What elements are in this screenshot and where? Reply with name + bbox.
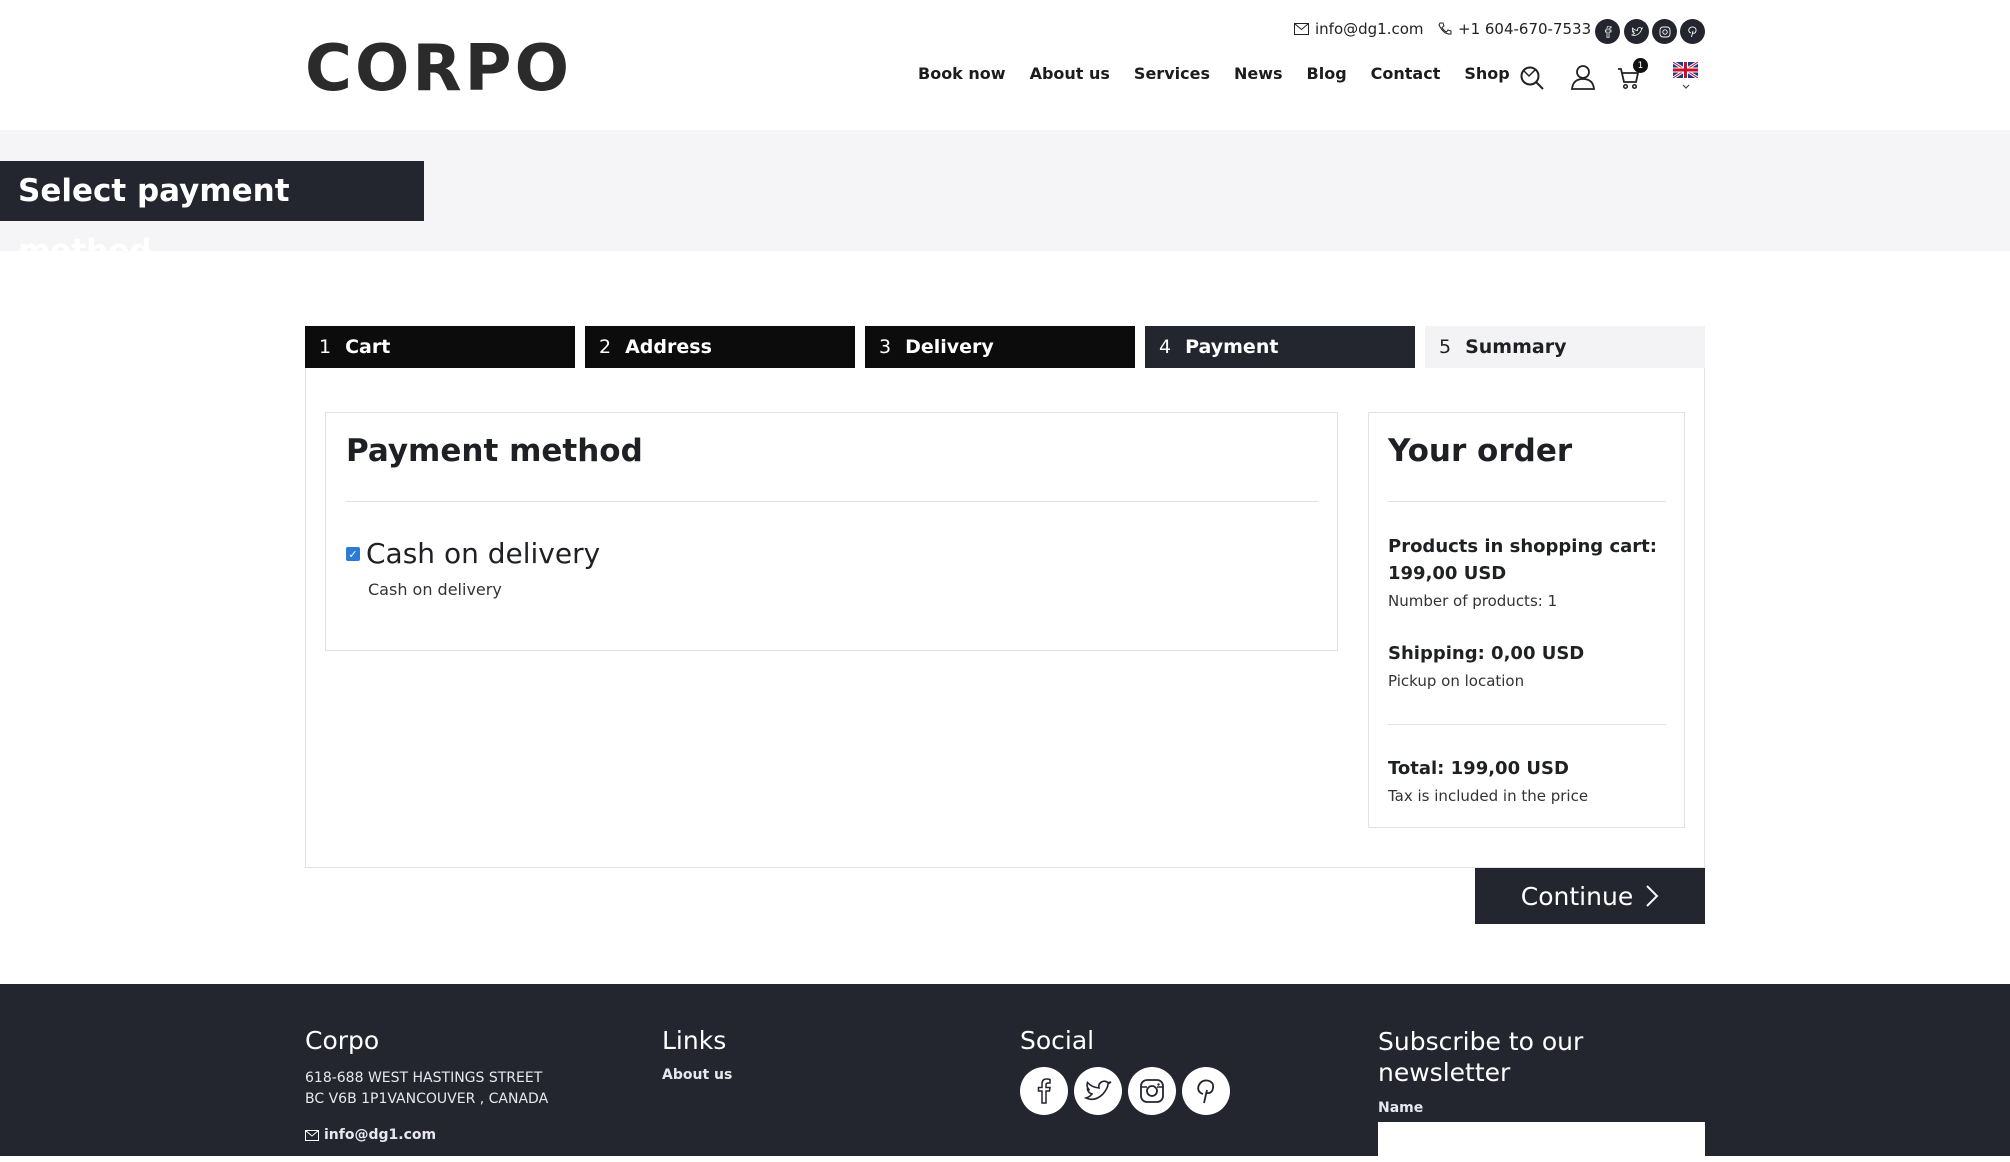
step-label: Address [625, 336, 712, 358]
footer-facebook-link[interactable] [1020, 1067, 1068, 1115]
newsletter-name-label: Name [1378, 1100, 1424, 1116]
footer-email-text: info@dg1.com [324, 1127, 437, 1143]
footer-links-title: Links [662, 1026, 727, 1055]
payment-method-card: Payment method ✓ Cash on delivery Cash o… [325, 412, 1338, 651]
order-total: Total: 199,00 USD [1388, 758, 1569, 779]
divider [1388, 724, 1666, 725]
divider [1388, 501, 1666, 502]
search-icon [1520, 66, 1544, 90]
pinterest-icon [1688, 25, 1697, 37]
header-instagram-link[interactable] [1652, 19, 1677, 44]
step-number: 3 [879, 336, 892, 358]
account-button[interactable] [1568, 62, 1598, 92]
nav-news[interactable]: News [1234, 64, 1283, 83]
instagram-icon [1659, 26, 1670, 37]
tax-note: Tax is included in the price [1388, 787, 1589, 805]
footer-email[interactable]: info@dg1.com [305, 1127, 436, 1143]
order-summary-card: Your order Products in shopping cart: 19… [1368, 412, 1685, 828]
divider [346, 501, 1318, 502]
step-summary: 5 Summary [1425, 326, 1705, 368]
chevron-right-icon [1646, 885, 1659, 907]
footer-address-line1: 618-688 WEST HASTINGS STREET [305, 1070, 543, 1086]
site-logo[interactable]: CORPO [305, 30, 572, 108]
footer-address-line2: BC V6B 1P1VANCOUVER , CANADA [305, 1091, 549, 1107]
footer-newsletter-title-line2: newsletter [1378, 1058, 1511, 1087]
cash-on-delivery-label[interactable]: Cash on delivery [366, 537, 600, 570]
site-footer: Corpo 618-688 WEST HASTINGS STREET BC V6… [0, 984, 2010, 1156]
header-phone[interactable]: +1 604-670-7533 [1438, 20, 1591, 38]
pinterest-icon [1197, 1079, 1215, 1104]
step-number: 1 [319, 336, 332, 358]
shipping-cost: Shipping: 0,00 USD [1388, 643, 1585, 664]
language-selector[interactable] [1672, 60, 1699, 90]
cart-button[interactable]: 1 [1614, 58, 1648, 94]
page-title: Select payment method [0, 161, 424, 269]
step-number: 2 [599, 336, 612, 358]
mail-icon [305, 1129, 319, 1141]
step-label: Payment [1185, 336, 1279, 358]
nav-about-us[interactable]: About us [1030, 64, 1110, 83]
cash-on-delivery-checkbox[interactable]: ✓ [346, 547, 360, 561]
search-button[interactable] [1517, 63, 1547, 93]
chevron-down-icon [1682, 84, 1689, 89]
facebook-icon [1604, 25, 1611, 38]
footer-company-title: Corpo [305, 1026, 380, 1055]
payment-method-title: Payment method [346, 433, 643, 469]
mail-icon [1294, 23, 1309, 35]
footer-pinterest-link[interactable] [1182, 1067, 1230, 1115]
footer-link-about-us[interactable]: About us [662, 1067, 732, 1083]
header-twitter-link[interactable] [1624, 19, 1649, 44]
step-cart[interactable]: 1 Cart [305, 326, 575, 368]
products-count: Number of products: 1 [1388, 592, 1558, 610]
nav-blog[interactable]: Blog [1307, 64, 1347, 83]
cart-count-badge: 1 [1633, 58, 1648, 73]
user-icon [1571, 65, 1595, 90]
newsletter-name-input[interactable] [1378, 1122, 1705, 1162]
step-address[interactable]: 2 Address [585, 326, 855, 368]
footer-instagram-link[interactable] [1128, 1067, 1176, 1115]
products-total: Products in shopping cart: 199,00 USD [1388, 536, 1657, 584]
order-summary-title: Your order [1388, 433, 1573, 469]
nav-services[interactable]: Services [1134, 64, 1210, 83]
header-phone-text: +1 604-670-7533 [1458, 20, 1592, 38]
shipping-method: Pickup on location [1388, 672, 1525, 690]
nav-book-now[interactable]: Book now [918, 64, 1006, 83]
facebook-icon [1037, 1078, 1051, 1104]
cash-on-delivery-description: Cash on delivery [368, 580, 502, 599]
step-delivery[interactable]: 3 Delivery [865, 326, 1135, 368]
twitter-icon [1630, 26, 1643, 36]
nav-contact[interactable]: Contact [1371, 64, 1441, 83]
step-payment[interactable]: 4 Payment [1145, 326, 1415, 368]
continue-button[interactable]: Continue [1475, 868, 1705, 924]
step-number: 4 [1159, 336, 1172, 358]
continue-label: Continue [1520, 881, 1634, 911]
step-number: 5 [1439, 336, 1452, 358]
step-label: Delivery [905, 336, 994, 358]
footer-newsletter-title-line1: Subscribe to our [1378, 1027, 1584, 1056]
uk-flag-icon [1672, 60, 1699, 80]
footer-social-title: Social [1020, 1026, 1095, 1055]
header-email-text: info@dg1.com [1315, 20, 1424, 38]
header-facebook-link[interactable] [1595, 19, 1620, 44]
header-pinterest-link[interactable] [1680, 19, 1705, 44]
footer-newsletter-title: Subscribe to our newsletter [1378, 1026, 1583, 1088]
nav-shop-label: Shop [1464, 64, 1510, 83]
twitter-icon [1084, 1080, 1112, 1101]
phone-icon [1438, 22, 1452, 35]
main-nav: Book now About us Services News Blog Con… [918, 64, 1536, 83]
instagram-icon [1140, 1079, 1164, 1103]
footer-twitter-link[interactable] [1074, 1067, 1122, 1115]
step-label: Cart [345, 336, 391, 358]
header-email[interactable]: info@dg1.com [1294, 20, 1424, 38]
step-label: Summary [1465, 336, 1567, 358]
